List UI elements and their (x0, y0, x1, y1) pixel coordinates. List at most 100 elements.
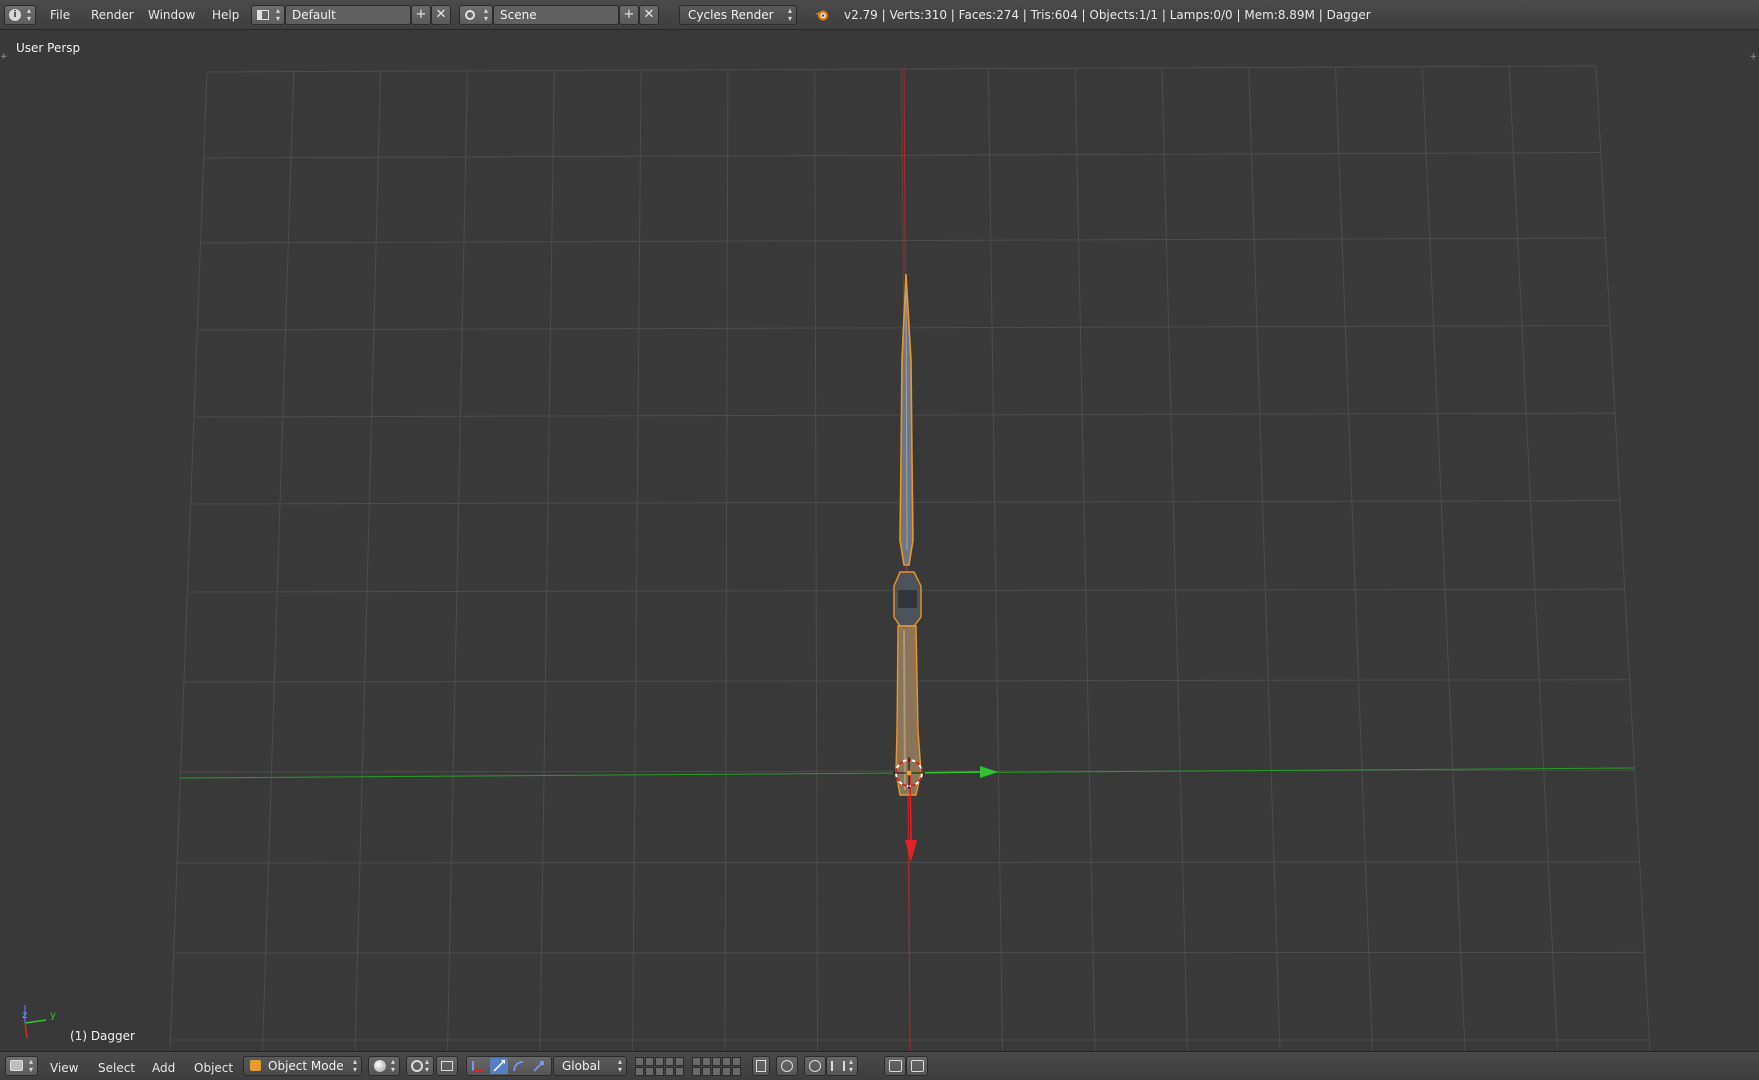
grid-line (539, 70, 555, 1051)
render-engine-dropdown[interactable]: Cycles Render ▴ ▾ (679, 5, 797, 25)
proportional-edit-button[interactable] (436, 1056, 458, 1076)
layer-button[interactable] (655, 1057, 664, 1066)
dagger-object (893, 273, 922, 796)
blender-logo-icon (815, 8, 829, 22)
gizmo-z-label: z (22, 1010, 28, 1021)
chevron-updown-icon: ▴ ▾ (352, 1057, 357, 1074)
manipulator-axes-icon[interactable] (470, 1059, 484, 1073)
grid-line (447, 70, 468, 1051)
layer-button[interactable] (712, 1067, 721, 1076)
gizmo-y-label: y (50, 1010, 56, 1021)
render-icon (889, 1060, 902, 1072)
layer-button[interactable] (645, 1067, 654, 1076)
translate-manipulator-icon[interactable] (490, 1058, 508, 1074)
chevron-updown-icon: ▴ ▾ (848, 1057, 853, 1074)
pivot-icon (411, 1060, 423, 1072)
layer-button[interactable] (722, 1057, 731, 1066)
plus-icon: + (415, 7, 427, 22)
render-engine-label: Cycles Render (688, 8, 774, 22)
x-manipulator-arrowhead (905, 840, 917, 862)
grid-line (1335, 67, 1373, 1051)
manipulator-toggle-group[interactable] (466, 1056, 552, 1076)
layer-button[interactable] (635, 1067, 644, 1076)
x-manipulator-line (909, 772, 912, 841)
3d-viewport[interactable]: User Persp (1) Dagger y z + + (0, 30, 1759, 1051)
shading-icon (374, 1060, 386, 1072)
proportional-editing-button[interactable] (776, 1056, 798, 1076)
grid-line (169, 71, 208, 1051)
layer-button[interactable] (732, 1067, 741, 1076)
toolshelf-toggle-icon[interactable]: + (0, 52, 8, 62)
info-header: i ▴ ▾ File Render Window Help ▴ ▾ Default … (0, 0, 1759, 30)
layer-button[interactable] (702, 1057, 711, 1066)
scale-manipulator-icon[interactable] (531, 1059, 545, 1073)
chevron-updown-icon: ▴ ▾ (617, 1057, 622, 1074)
layer-button[interactable] (665, 1067, 674, 1076)
add-layout-button[interactable]: + (411, 5, 431, 25)
menu-render[interactable]: Render (91, 8, 134, 22)
layer-button[interactable] (712, 1057, 721, 1066)
menu-object[interactable]: Object (194, 1061, 233, 1075)
layer-button[interactable] (692, 1067, 701, 1076)
snap-icon (809, 1060, 821, 1072)
layer-button[interactable] (692, 1057, 701, 1066)
grid-line (724, 69, 729, 1051)
layout-icon (257, 10, 269, 20)
menu-help[interactable]: Help (212, 8, 239, 22)
layout-selector-button[interactable]: ▴ ▾ (251, 5, 285, 25)
close-icon: ✕ (643, 7, 655, 22)
layer-button[interactable] (665, 1057, 674, 1066)
opengl-render-animation-button[interactable] (906, 1056, 928, 1076)
menu-add[interactable]: Add (152, 1061, 175, 1075)
chevron-updown-icon: ▴ ▾ (424, 1057, 429, 1074)
chevron-updown-icon: ▴ ▾ (26, 6, 31, 23)
menu-view[interactable]: View (50, 1061, 78, 1075)
render-animation-icon (911, 1060, 924, 1072)
layer-button[interactable] (722, 1067, 731, 1076)
layer-lock-icon (756, 1060, 766, 1072)
mode-label: Object Mode (268, 1059, 344, 1073)
rotate-manipulator-icon[interactable] (511, 1059, 525, 1073)
menu-window[interactable]: Window (148, 8, 195, 22)
grid-line (262, 71, 295, 1051)
scene-name-field[interactable]: Scene (493, 5, 619, 25)
scene-selector-button[interactable]: ▴ ▾ (459, 5, 493, 25)
layer-button[interactable] (732, 1057, 741, 1066)
grid-line (1421, 66, 1466, 1051)
pivot-point-dropdown[interactable]: ▴ ▾ (406, 1056, 434, 1076)
lock-camera-button[interactable] (752, 1056, 770, 1076)
layout-name-field[interactable]: Default (285, 5, 411, 25)
proportional-icon (781, 1060, 793, 1072)
menu-file[interactable]: File (50, 8, 70, 22)
layer-button[interactable] (635, 1057, 644, 1066)
layer-button[interactable] (675, 1057, 684, 1066)
grid-line (1161, 67, 1188, 1051)
layer-button[interactable] (702, 1067, 711, 1076)
add-scene-button[interactable]: + (619, 5, 639, 25)
transform-orientation-dropdown[interactable]: Global ▴ ▾ (553, 1056, 627, 1076)
active-object-label: (1) Dagger (70, 1029, 135, 1043)
snap-toggle-button[interactable] (804, 1056, 826, 1076)
snap-element-dropdown[interactable]: ▴ ▾ (826, 1056, 858, 1076)
orientation-label: Global (562, 1059, 601, 1073)
layer-button[interactable] (655, 1067, 664, 1076)
chevron-updown-icon: ▴ ▾ (483, 6, 488, 23)
menu-select[interactable]: Select (98, 1061, 135, 1075)
editor-type-button[interactable]: i ▴ ▾ (4, 5, 36, 25)
remove-layout-button[interactable]: ✕ (431, 5, 451, 25)
editor-type-button[interactable]: ▴ ▾ (5, 1056, 38, 1076)
y-manipulator-arrowhead (980, 766, 998, 778)
remove-scene-button[interactable]: ✕ (639, 5, 659, 25)
plus-icon: + (623, 7, 635, 22)
grid-line (1074, 68, 1096, 1051)
scene-icon (465, 10, 475, 20)
viewport-shading-dropdown[interactable]: ▴ ▾ (368, 1056, 400, 1076)
chevron-updown-icon: ▴ ▾ (28, 1057, 33, 1074)
properties-toggle-icon[interactable]: + (1749, 52, 1757, 62)
layer-button[interactable] (675, 1067, 684, 1076)
grid-line (1508, 66, 1558, 1051)
mode-dropdown[interactable]: Object Mode ▴ ▾ (243, 1056, 362, 1076)
opengl-render-button[interactable] (884, 1056, 906, 1076)
layers-group[interactable] (635, 1057, 745, 1077)
layer-button[interactable] (645, 1057, 654, 1066)
